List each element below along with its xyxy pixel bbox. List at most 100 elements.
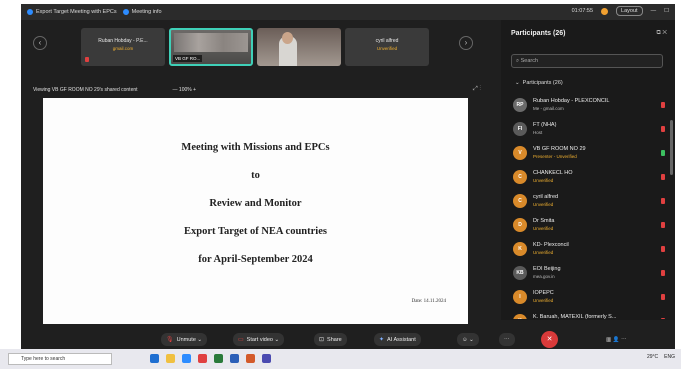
reactions-button[interactable]: ☺ ⌄: [457, 333, 479, 346]
meeting-info-label: Meeting info: [131, 9, 162, 15]
info-icon: [122, 9, 129, 15]
thumbnail-0[interactable]: Ruban Hobday - P.E... gmail.com: [81, 28, 165, 66]
word-icon[interactable]: [230, 354, 239, 363]
recording-icon[interactable]: [601, 7, 609, 15]
avatar: D: [513, 218, 527, 232]
weather-text: 29°C: [646, 354, 659, 360]
mic-status-icon: [661, 126, 665, 132]
taskbar-search-input[interactable]: Type here to search: [8, 353, 112, 365]
leave-meeting-button[interactable]: ✕: [541, 331, 558, 348]
participant-row[interactable]: KB EOI Beijing mea.gov.in: [513, 262, 673, 286]
video-off-icon: ▭: [238, 337, 244, 343]
teams-icon[interactable]: [262, 354, 271, 363]
minimize-icon[interactable]: —: [651, 8, 657, 14]
meeting-tab-label: Export Target Meeting with EPCs: [36, 9, 117, 15]
participant-row[interactable]: I IOPEPC Unverified: [513, 286, 673, 310]
panel-toggle-icons[interactable]: ▥ 👤 ⋯: [601, 333, 632, 346]
thumbnail-2[interactable]: [257, 28, 341, 66]
thumbnail-sub: Unverified: [376, 46, 398, 51]
webex-icon[interactable]: [182, 354, 191, 363]
participant-thumbnail-strip: ‹ Ruban Hobday - P.E... gmail.com VB GF …: [21, 22, 501, 72]
excel-icon[interactable]: [214, 354, 223, 363]
shared-slide: Meeting with Missions and EPCs to Review…: [43, 98, 468, 324]
taskbar-search-placeholder: Type here to search: [21, 356, 66, 362]
more-options-button[interactable]: ⋯: [499, 333, 515, 346]
slide-line-4: Export Target of NEA countries: [184, 226, 327, 237]
participant-role: Presenter - Unverified: [533, 154, 577, 159]
thumbnail-sub: gmail.com: [112, 46, 134, 51]
mic-status-icon: [661, 294, 665, 300]
participant-name: Dr Smita: [533, 218, 555, 224]
participant-name: FT (NHA): [533, 122, 557, 128]
powerpoint-icon[interactable]: [246, 354, 255, 363]
slide-line-3: Review and Monitor: [209, 198, 302, 209]
windows-taskbar: Type here to search 29°C ENG: [0, 349, 681, 369]
share-icon: ⊡: [319, 337, 325, 343]
participant-name: EOI Beijing: [533, 266, 561, 272]
participant-row[interactable]: D Dr Smita Unverified: [513, 214, 673, 238]
folder-icon[interactable]: [166, 354, 175, 363]
thumbnail-3[interactable]: cyril alfred Unverified: [345, 28, 429, 66]
participants-section-header[interactable]: ⌄ Participants (26): [515, 80, 563, 86]
participant-role: Me - gmail.com: [533, 106, 564, 111]
mic-status-icon: [661, 102, 665, 108]
ai-assistant-button[interactable]: ✦ AI Assistant: [374, 333, 421, 346]
avatar: K: [513, 314, 527, 319]
chevron-left-icon[interactable]: ‹: [33, 36, 47, 50]
participant-name: K. Baruah, MATEXIL (formerly S...: [533, 314, 617, 319]
thumbnail-name: cyril alfred: [375, 38, 399, 44]
video-person: [282, 32, 293, 44]
popout-close-icons[interactable]: ⧉ ✕: [656, 30, 667, 37]
scrollbar[interactable]: [670, 120, 673, 175]
thumbnail-label: VB GF RO...: [173, 55, 203, 62]
avatar: RP: [513, 98, 527, 112]
chrome-icon[interactable]: [198, 354, 207, 363]
participant-role: Unverified: [533, 202, 554, 207]
participant-row[interactable]: V VB GF ROOM NO 29 Presenter - Unverified: [513, 142, 673, 166]
unmute-button[interactable]: 🎙 Unmute ⌄: [161, 333, 208, 346]
mic-status-icon: [661, 270, 665, 276]
mic-status-icon: [661, 318, 665, 319]
mic-status-icon: [661, 174, 665, 180]
section-label: Participants (26): [522, 80, 563, 86]
participant-row[interactable]: K KD- Plexconcil Unverified: [513, 238, 673, 262]
panel-title: Participants (26): [511, 30, 566, 37]
layout-button[interactable]: Layout: [616, 6, 643, 16]
participant-role: Unverified: [533, 178, 554, 183]
participant-row[interactable]: C CHANKECL HO Unverified: [513, 166, 673, 190]
meeting-tab[interactable]: Export Target Meeting with EPCs: [27, 9, 117, 15]
avatar: I: [513, 290, 527, 304]
thumbnail-1[interactable]: VB GF RO...: [169, 28, 253, 66]
mic-status-icon: [661, 246, 665, 252]
participant-role: Host: [533, 130, 543, 135]
maximize-icon[interactable]: ☐: [664, 8, 669, 14]
system-tray[interactable]: 29°C ENG: [647, 354, 675, 360]
viewing-text: Viewing VB GF ROOM NO 29's shared conten…: [33, 87, 138, 93]
avatar: K: [513, 242, 527, 256]
title-bar-controls: 01:07:55 Layout — ☐: [572, 6, 669, 16]
participant-name: cyril alfred: [533, 194, 559, 200]
edge-icon[interactable]: [150, 354, 159, 363]
fullscreen-icon[interactable]: ⤢ ⋮: [473, 86, 481, 93]
participants-panel: Participants (26) ⧉ ✕ ⌕ Search ⌄ Partici…: [501, 20, 675, 320]
participant-search-input[interactable]: ⌕ Search: [511, 54, 663, 68]
avatar: FI: [513, 122, 527, 136]
meeting-info-tab[interactable]: Meeting info: [122, 9, 162, 15]
participant-row[interactable]: KK. Baruah, MATEXIL (formerly S...Unveri…: [513, 310, 673, 319]
share-button[interactable]: ⊡ Share: [314, 333, 347, 346]
slide-line-5: for April-September 2024: [198, 254, 313, 265]
zoom-control[interactable]: — 100% +: [173, 87, 197, 93]
participant-name: IOPEPC: [533, 290, 554, 296]
video-feed: [174, 33, 248, 52]
participant-name: CHANKECL HO: [533, 170, 573, 176]
mic-muted-icon: 🎙: [166, 337, 174, 343]
chevron-right-icon[interactable]: ›: [459, 36, 473, 50]
participant-role: Unverified: [533, 250, 554, 255]
mic-status-icon: [661, 198, 665, 204]
participant-row[interactable]: FI FT (NHA) Host: [513, 118, 673, 142]
participant-role: Unverified: [533, 298, 554, 303]
participant-row[interactable]: RP Ruban Hobday - PLEXCONCIL Me - gmail.co…: [513, 94, 673, 118]
start-video-button[interactable]: ▭ Start video ⌄: [233, 333, 285, 346]
participant-row[interactable]: Ccyril alfred Unverified: [513, 190, 673, 214]
thumbnail-name: Ruban Hobday - P.E...: [98, 38, 148, 44]
